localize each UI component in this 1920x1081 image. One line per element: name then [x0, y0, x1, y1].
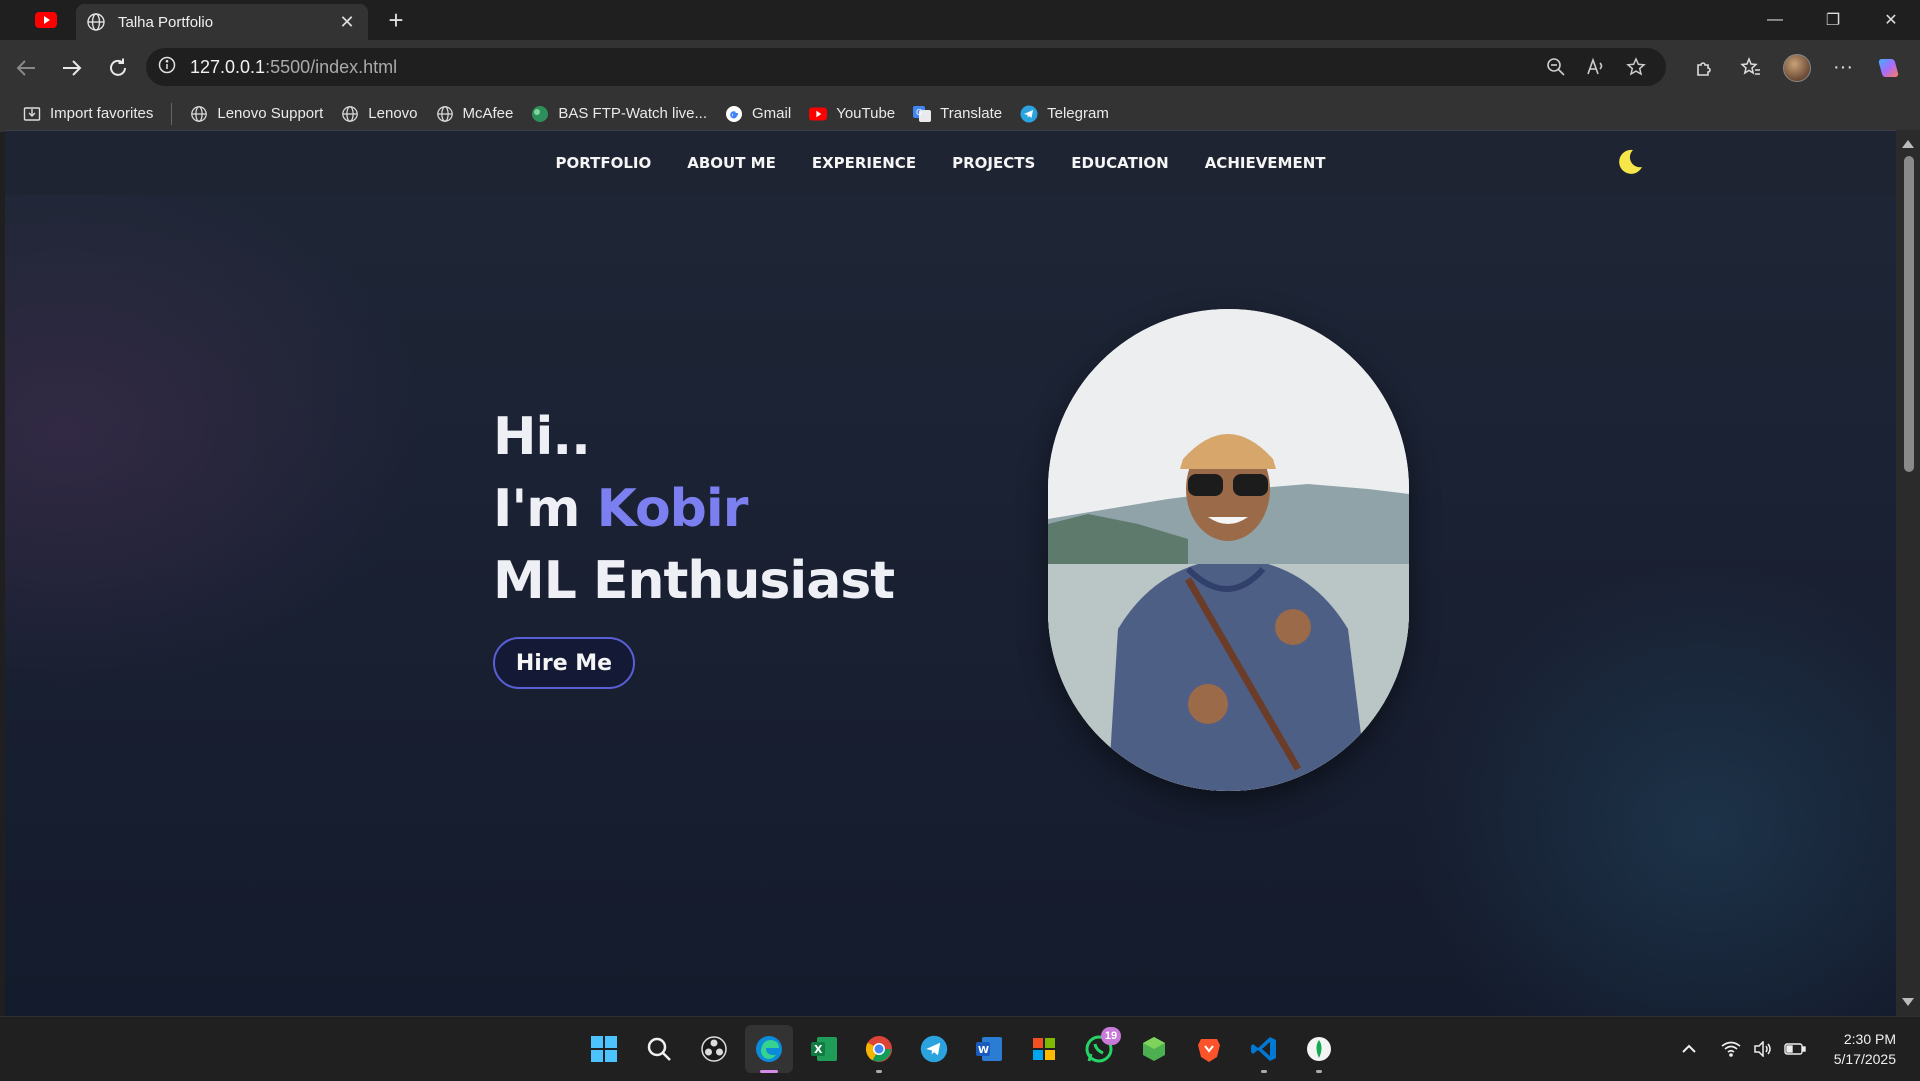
profile-avatar[interactable]	[1774, 48, 1820, 88]
obs-icon[interactable]	[690, 1025, 738, 1073]
globe-icon	[86, 12, 106, 32]
hero-role: ML Enthusiast	[493, 551, 895, 611]
nav-achievement[interactable]: ACHIEVEMENT	[1205, 154, 1326, 172]
bookmark-translate[interactable]: G Translate	[904, 99, 1011, 129]
whatsapp-icon[interactable]: 19	[1075, 1025, 1123, 1073]
moon-icon[interactable]	[1615, 147, 1645, 177]
nav-about-me[interactable]: ABOUT ME	[687, 154, 776, 172]
start-windows-icon[interactable]	[580, 1025, 628, 1073]
restore-button[interactable]: ❐	[1804, 0, 1862, 40]
scroll-up-arrow-icon[interactable]	[1902, 140, 1914, 148]
bookmark-lenovo[interactable]: Lenovo	[332, 99, 426, 129]
forward-button[interactable]	[50, 48, 94, 88]
bookmark-mcafee[interactable]: McAfee	[427, 99, 523, 129]
bookmark-bas-ftp[interactable]: BAS FTP-Watch live...	[522, 99, 716, 129]
globe-icon	[341, 105, 359, 123]
page-scrollbar[interactable]	[1896, 130, 1920, 1016]
volume-icon[interactable]	[1748, 1034, 1778, 1064]
mongodb-compass-icon[interactable]	[1295, 1025, 1343, 1073]
nav-experience[interactable]: EXPERIENCE	[812, 154, 916, 172]
import-icon	[23, 105, 41, 123]
hero-name: Kobir	[596, 479, 749, 539]
nav-portfolio[interactable]: PORTFOLIO	[555, 154, 651, 172]
globe-icon	[190, 105, 208, 123]
bookmark-lenovo-support[interactable]: Lenovo Support	[181, 99, 332, 129]
more-menu-icon[interactable]: ···	[1820, 48, 1866, 88]
system-clock[interactable]: 2:30 PM 5/17/2025	[1834, 1029, 1896, 1069]
hero-section: Hi.. I'm Kobir ML Enthusiast Hire Me	[493, 401, 895, 689]
bookmark-telegram[interactable]: Telegram	[1011, 99, 1118, 129]
brave-icon[interactable]	[1185, 1025, 1233, 1073]
bookmark-import-favorites[interactable]: Import favorites	[14, 99, 162, 129]
bas-icon	[531, 105, 549, 123]
scroll-down-arrow-icon[interactable]	[1902, 998, 1914, 1006]
excel-icon[interactable]: X	[800, 1025, 848, 1073]
hero-name-line: I'm Kobir	[493, 479, 749, 539]
nav-projects[interactable]: PROJECTS	[952, 154, 1035, 172]
close-window-button[interactable]: ✕	[1862, 0, 1920, 40]
info-icon[interactable]	[158, 56, 176, 79]
globe-icon	[436, 105, 454, 123]
wifi-icon[interactable]	[1716, 1034, 1746, 1064]
chevron-up-icon[interactable]	[1674, 1034, 1704, 1064]
close-tab-icon[interactable]: ✕	[336, 11, 358, 33]
new-tab-button[interactable]: +	[378, 2, 414, 38]
url-text: 127.0.0.1:5500/index.html	[190, 56, 398, 77]
minimize-button[interactable]: —	[1746, 0, 1804, 40]
whatsapp-badge: 19	[1101, 1027, 1121, 1045]
favorites-icon[interactable]	[1728, 48, 1774, 88]
address-bar[interactable]: 127.0.0.1:5500/index.html	[146, 48, 1666, 86]
taskbar: X W 19 2:30 PM 5/17/2025	[0, 1016, 1920, 1080]
chrome-icon[interactable]	[855, 1025, 903, 1073]
store-icon[interactable]	[1020, 1025, 1068, 1073]
translate-icon: G	[913, 105, 932, 123]
hire-me-button[interactable]: Hire Me	[493, 637, 635, 689]
refresh-button[interactable]	[96, 48, 140, 88]
tab-active[interactable]: Talha Portfolio ✕	[76, 4, 368, 40]
google-icon	[725, 105, 743, 123]
scroll-thumb[interactable]	[1904, 156, 1914, 472]
telegram-icon	[1020, 105, 1038, 123]
vscode-icon[interactable]	[1240, 1025, 1288, 1073]
svg-text:G: G	[916, 108, 922, 117]
svg-text:W: W	[978, 1045, 989, 1056]
tab-title: Talha Portfolio	[118, 13, 214, 31]
copilot-icon[interactable]	[1866, 48, 1912, 88]
youtube-tab-icon[interactable]	[26, 0, 66, 40]
word-icon[interactable]: W	[965, 1025, 1013, 1073]
bookmark-youtube[interactable]: YouTube	[800, 99, 904, 129]
node-icon[interactable]	[1130, 1025, 1178, 1073]
title-bar: Talha Portfolio ✕ + — ❐ ✕	[0, 0, 1920, 40]
svg-text:X: X	[814, 1043, 823, 1056]
youtube-icon	[809, 105, 828, 123]
profile-photo	[1048, 309, 1409, 791]
edge-icon[interactable]	[745, 1025, 793, 1073]
back-button[interactable]	[4, 48, 48, 88]
telegram-app-icon[interactable]	[910, 1025, 958, 1073]
search-icon[interactable]	[635, 1025, 683, 1073]
favorite-star-icon[interactable]	[1616, 48, 1656, 86]
hero-greeting: Hi..	[493, 407, 591, 467]
bookmark-gmail[interactable]: Gmail	[716, 99, 800, 129]
extensions-icon[interactable]	[1682, 48, 1728, 88]
battery-icon[interactable]	[1780, 1034, 1810, 1064]
site-navbar: PORTFOLIO ABOUT ME EXPERIENCE PROJECTS E…	[5, 131, 1896, 195]
page-viewport: PORTFOLIO ABOUT ME EXPERIENCE PROJECTS E…	[5, 130, 1896, 1016]
zoom-out-icon[interactable]	[1536, 48, 1576, 86]
browser-toolbar: 127.0.0.1:5500/index.html ···	[0, 40, 1920, 95]
nav-education[interactable]: EDUCATION	[1071, 154, 1168, 172]
bookmarks-bar: Import favorites Lenovo Support Lenovo M…	[0, 95, 1920, 132]
read-aloud-icon[interactable]	[1576, 48, 1616, 86]
